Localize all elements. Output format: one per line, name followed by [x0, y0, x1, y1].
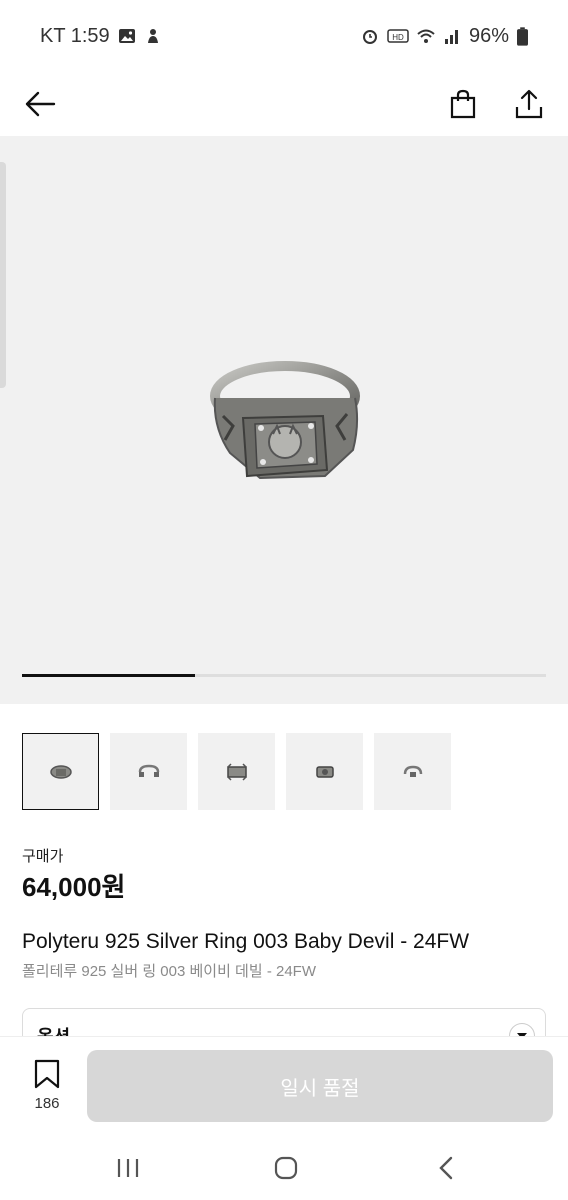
- carrier-time: KT 1:59: [40, 24, 110, 47]
- app-notification-icon: [147, 29, 158, 43]
- share-upload-icon: [515, 89, 543, 119]
- product-image: [205, 358, 365, 498]
- top-app-bar: [0, 72, 568, 136]
- bookmark-count: 186: [34, 1095, 60, 1112]
- battery-percent: 96%: [468, 24, 509, 47]
- bookmark-button[interactable]: 186: [20, 1059, 74, 1125]
- home-icon: [274, 1156, 298, 1180]
- share-button[interactable]: [505, 80, 553, 128]
- arrow-left-icon: [25, 91, 56, 117]
- status-bar: KT 1:59 HD 96%: [0, 0, 568, 72]
- svg-text:HD: HD: [392, 33, 404, 42]
- alarm-icon: [362, 30, 377, 44]
- thumbnail-4[interactable]: [286, 733, 363, 810]
- cart-button[interactable]: [439, 80, 487, 128]
- back-button[interactable]: [16, 80, 64, 128]
- thumbnail-3[interactable]: [198, 733, 275, 810]
- gallery-progress-track: [22, 674, 546, 677]
- price-label: 구매가: [22, 848, 64, 865]
- edge-panel-handle[interactable]: [0, 162, 6, 388]
- ring-thumbnail-icon: [226, 762, 247, 781]
- system-back-button[interactable]: [424, 1150, 468, 1186]
- gallery-notification-icon: [118, 29, 135, 43]
- ring-thumbnail-icon: [138, 764, 159, 777]
- ring-thumbnail-icon: [403, 765, 422, 777]
- thumbnail-5[interactable]: [374, 733, 451, 810]
- bookmark-icon: [34, 1059, 60, 1089]
- hd-voice-icon: HD: [387, 29, 409, 43]
- product-title-korean: 폴리테루 925 실버 링 003 베이비 데빌 - 24FW: [22, 963, 316, 980]
- thumbnail-strip: [22, 733, 451, 810]
- chevron-left-icon: [439, 1156, 453, 1180]
- recent-apps-button[interactable]: [106, 1150, 150, 1186]
- ring-thumbnail-icon: [49, 764, 72, 779]
- thumbnail-1[interactable]: [22, 733, 99, 810]
- status-right: HD 96%: [361, 25, 528, 48]
- gallery-progress-fill: [22, 674, 195, 677]
- shopping-bag-icon: [450, 89, 476, 119]
- bottom-action-bar: 186 일시 품절: [0, 1036, 568, 1136]
- signal-icon: [444, 30, 458, 44]
- sold-out-button[interactable]: 일시 품절: [87, 1050, 553, 1122]
- battery-icon: [517, 26, 528, 46]
- product-title-english: Polyteru 925 Silver Ring 003 Baby Devil …: [22, 930, 470, 953]
- system-navigation-bar: [0, 1136, 568, 1200]
- ring-thumbnail-icon: [315, 765, 334, 778]
- status-left: KT 1:59: [40, 25, 162, 48]
- silver-ring-image: [210, 361, 360, 480]
- home-button[interactable]: [264, 1150, 308, 1186]
- recent-apps-icon: [117, 1159, 139, 1177]
- thumbnail-2[interactable]: [110, 733, 187, 810]
- price-value: 64,000원: [22, 872, 126, 902]
- product-image-gallery[interactable]: [0, 136, 568, 704]
- wifi-icon: [417, 29, 435, 43]
